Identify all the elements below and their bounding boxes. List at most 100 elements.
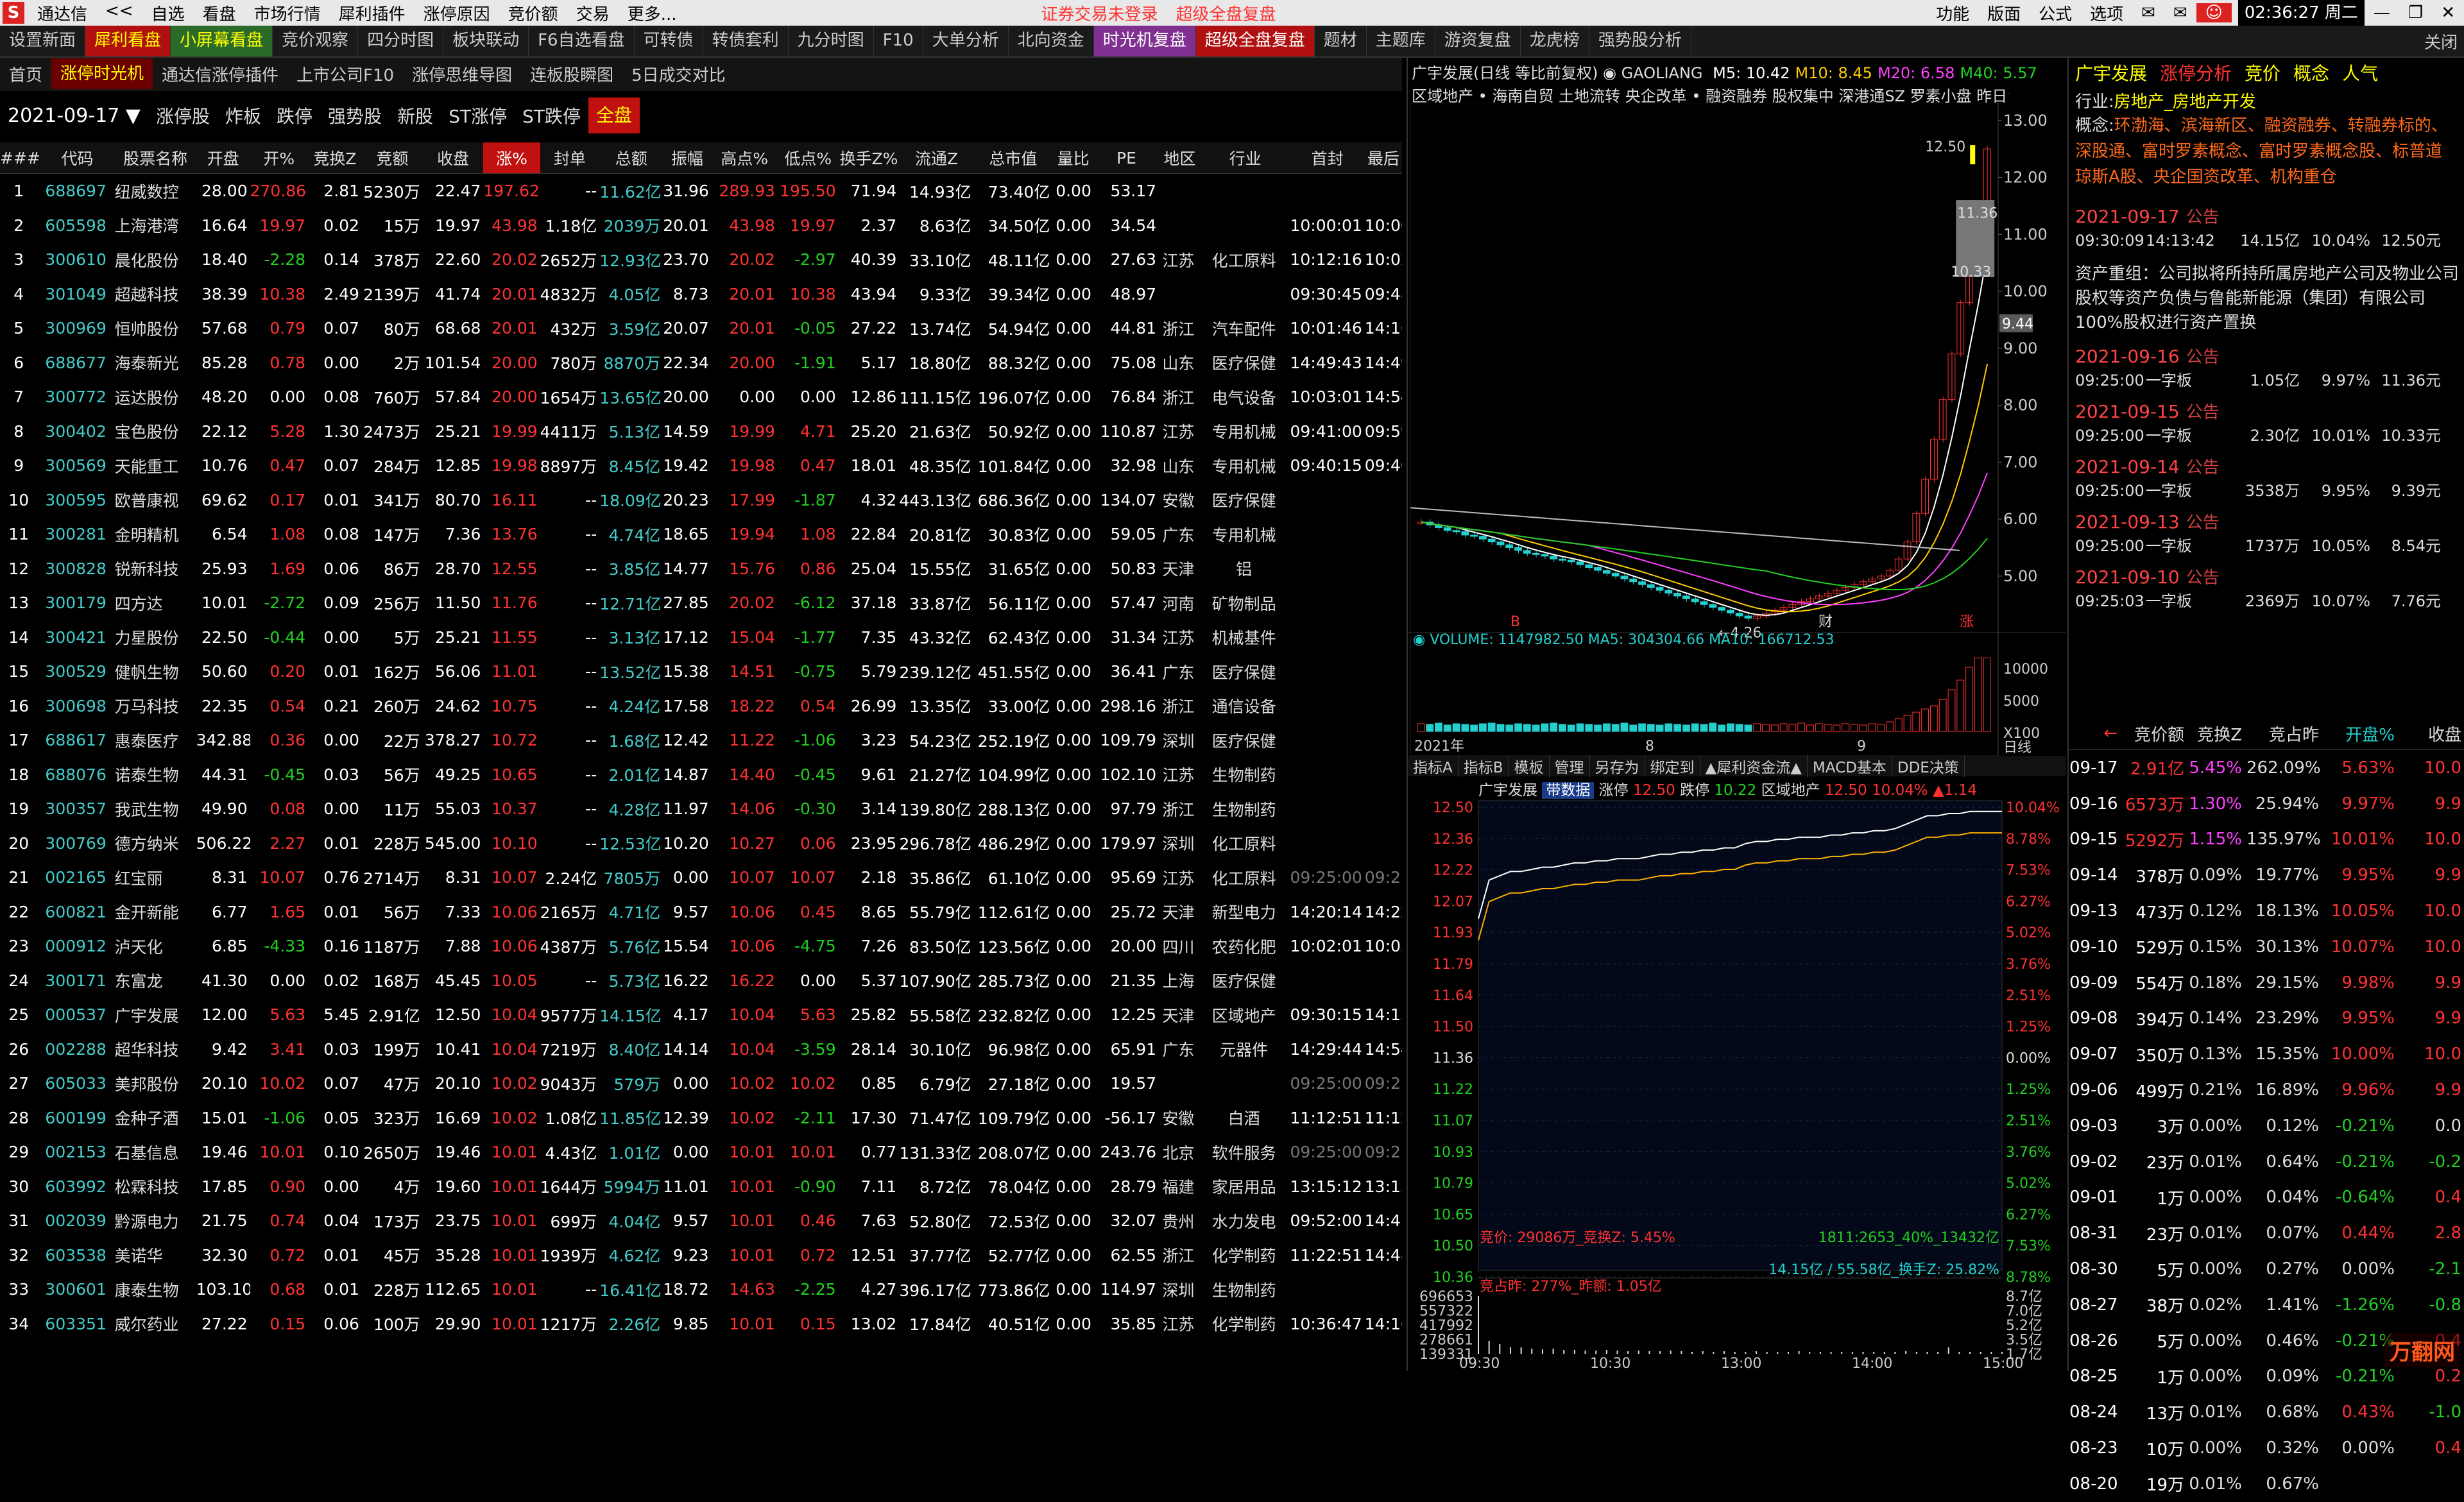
history-row[interactable]: 08-30 5万 0.00% 0.27% 0.00% -2.1 [2069,1251,2464,1287]
menu-item[interactable]: 看盘 [194,1,245,25]
second-tab[interactable]: 5日成交对比 [622,62,735,86]
top-tab[interactable]: 九分时图 [789,26,874,56]
history-row[interactable]: 08-20 19万 0.01% 0.67% [2069,1466,2464,1502]
table-row[interactable]: 19 300357 我武生物 49.90 0.08 0.00 11万 55.03 10.37 --… [0,792,1402,826]
table-row[interactable]: 9 300569 天能重工 10.76 0.47 0.07 284万 12.85 19.98 88… [0,448,1402,483]
filter-button[interactable]: ST涨停 [441,103,515,128]
column-header[interactable]: 开盘 [196,142,250,174]
history-column-header[interactable]: ← [2069,717,2121,750]
second-tab[interactable]: 涨停时光机 [51,58,153,89]
menu-item[interactable]: << [96,1,142,25]
table-row[interactable]: 22 600821 金开新能 6.77 1.65 0.01 56万 7.33 10.06 2165… [0,895,1402,930]
top-tab[interactable]: 主题库 [1367,26,1435,56]
table-row[interactable]: 30 603992 松霖科技 17.85 0.90 0.00 4万 19.60 10.01 164… [0,1170,1402,1204]
history-row[interactable]: 09-10 529万 0.15% 30.13% 10.07% 10.0 [2069,929,2464,965]
column-header[interactable]: 总额 [599,142,663,174]
filter-button[interactable]: 跌停 [269,103,320,128]
announcement-item[interactable]: 2021-09-15 公告 09:25:00一字板 2.30亿 10.01% 10.33元 [2075,399,2460,445]
column-header[interactable]: 代码 [40,142,115,174]
right-panel-tab[interactable]: 涨停分析 [2153,60,2238,85]
announcement-item[interactable]: 2021-09-16 公告 09:25:00一字板 1.05亿 9.97% 11.36元 [2075,344,2460,390]
menu-right-item[interactable]: 选项 [2081,1,2132,25]
intraday-chart[interactable]: 12.50 10.04% 12.36 8.78% 12.22 7.53% 12.07 6.27… [1408,796,2066,1371]
column-header[interactable]: 股票名称 [114,142,196,174]
history-row[interactable]: 08-24 13万 0.01% 0.68% 0.43% -1.0 [2069,1394,2464,1430]
menu-item[interactable]: 交易 [567,1,619,25]
date-picker[interactable]: 2021-09-17 ▼ [0,105,148,127]
column-header[interactable]: 行业 [1200,142,1290,174]
right-panel-tab[interactable]: 竞价 [2238,60,2287,85]
menu-right-item[interactable]: 公式 [2030,1,2081,25]
table-row[interactable]: 24 300171 东富龙 41.30 0.00 0.02 168万 45.45 10.05 --… [0,964,1402,998]
table-row[interactable]: 34 603351 威尔药业 27.22 0.15 0.06 100万 29.90 10.01 1… [0,1307,1402,1342]
announcement-item[interactable]: 2021-09-10 公告 09:25:03一字板 2369万 10.07% 7.76元 [2075,565,2460,611]
history-column-header[interactable]: 收盘 [2399,717,2464,750]
table-row[interactable]: 15 300529 健帆生物 50.60 0.20 0.01 162万 56.06 11.01 -… [0,654,1402,689]
table-row[interactable]: 23 000912 泸天化 6.85 -4.33 0.16 1187万 7.88 10.06 43… [0,929,1402,964]
table-row[interactable]: 29 002153 石基信息 19.46 10.01 0.10 2650万 19.46 10.0… [0,1135,1402,1170]
table-row[interactable]: 2 605598 上海港湾 16.64 19.97 0.02 15万 19.97 43.98 1.… [0,209,1402,243]
table-row[interactable]: 20 300769 德方纳米 506.22 2.27 0.01 228万 545.00 10.1… [0,826,1402,861]
menu-item[interactable]: 犀利插件 [330,1,415,25]
tool-tab[interactable]: 模板 [1509,755,1550,777]
tool-tab[interactable]: 指标A [1408,755,1459,777]
history-row[interactable]: 09-09 554万 0.18% 29.15% 9.98% 9.9 [2069,965,2464,1001]
history-row[interactable]: 09-01 1万 0.00% 0.04% -0.64% 0.4 [2069,1180,2464,1216]
history-column-header[interactable]: 竞占昨 [2246,717,2323,750]
announcement-tag[interactable]: 公告 [2186,568,2220,588]
announcement-tag[interactable]: 公告 [2186,208,2220,227]
top-tab[interactable]: F6自选看盘 [529,26,635,56]
table-row[interactable]: 21 002165 红宝丽 8.31 10.07 0.76 2714万 8.31 10.07 2.… [0,860,1402,895]
user-icon[interactable]: ☺ [2196,3,2232,22]
top-tab[interactable]: 北向资金 [1009,26,1094,56]
announcement-item[interactable]: 2021-09-13 公告 09:25:00一字板 1737万 10.05% 8.54元 [2075,509,2460,556]
top-tab[interactable]: 龙虎榜 [1521,26,1589,56]
history-row[interactable]: 08-23 10万 0.00% 0.32% 0.00% 0.4 [2069,1430,2464,1466]
second-tab[interactable]: 首页 [0,62,51,86]
right-panel-tab[interactable]: 人气 [2336,60,2384,85]
table-row[interactable]: 7 300772 运达股份 48.20 0.00 0.08 760万 57.84 20.00 16… [0,380,1402,414]
top-tab[interactable]: 犀利看盘 [85,26,171,56]
table-row[interactable]: 6 688677 海泰新光 85.28 0.78 0.00 2万 101.54 20.00 780… [0,346,1402,380]
column-header[interactable]: ### [0,142,40,174]
column-header[interactable]: 高点% [711,142,778,174]
top-tab[interactable]: 时光机复盘 [1093,26,1196,56]
second-tab[interactable]: 上市公司F10 [287,62,403,86]
history-row[interactable]: 09-02 23万 0.01% 0.64% -0.21% -0.2 [2069,1144,2464,1180]
second-tab[interactable]: 通达信涨停插件 [153,62,287,86]
menu-item[interactable]: 更多... [619,1,686,25]
table-row[interactable]: 33 300601 康泰生物 103.10 0.68 0.01 228万 112.65 10.0… [0,1272,1402,1307]
table-row[interactable]: 5 300969 恒帅股份 57.68 0.79 0.07 80万 68.68 20.01 432… [0,311,1402,346]
close-icon[interactable]: ✕ [2432,3,2464,22]
history-row[interactable]: 09-03 3万 0.00% 0.12% -0.21% 0.0 [2069,1108,2464,1144]
tool-tab[interactable]: 绑定到 [1645,755,1700,777]
announcement-tag[interactable]: 公告 [2186,513,2220,533]
top-tab[interactable]: 超级全盘复盘 [1195,26,1315,56]
message-icon[interactable]: ✉ [2164,3,2196,22]
column-header[interactable]: 收盘 [422,142,484,174]
table-row[interactable]: 27 605033 美邦股份 20.10 10.02 0.07 47万 20.10 10.02 9… [0,1066,1402,1101]
top-tab[interactable]: 竞价观察 [273,26,359,56]
review-mode-label[interactable]: 超级全盘复盘 [1167,1,1285,25]
history-row[interactable]: 09-15 5292万 1.15% 135.97% 10.01% 10.0 [2069,822,2464,858]
announcement-tag[interactable]: 公告 [2186,403,2220,422]
kline-chart[interactable]: 13.00 12.00 11.00 10.00 9.00 8.00 7.00 6.00 5.00… [1408,103,2066,756]
column-header[interactable]: 涨% [483,142,540,174]
column-header[interactable]: 总市值 [973,142,1053,174]
history-row[interactable]: 08-27 38万 0.02% 1.41% -1.26% -0.8 [2069,1287,2464,1323]
filter-button[interactable]: 涨停股 [148,103,218,128]
tool-tab[interactable]: DDE决策 [1892,755,1965,777]
login-status[interactable]: 证券交易未登录 [1032,1,1167,25]
table-row[interactable]: 31 002039 黔源电力 21.75 0.74 0.04 173万 23.75 10.01 6… [0,1204,1402,1238]
second-tab[interactable]: 连板股瞬图 [521,62,622,86]
right-panel-tab[interactable]: 广宇发展 [2069,60,2153,85]
mail-icon[interactable]: ✉ [2132,3,2164,22]
table-row[interactable]: 1 688697 纽威数控 28.00 270.86 2.81 5230万 22.47 197.… [0,174,1402,209]
table-row[interactable]: 32 603538 美诺华 32.30 0.72 0.01 45万 35.28 10.01 193… [0,1238,1402,1273]
table-row[interactable]: 14 300421 力星股份 22.50 -0.44 0.00 5万 25.21 11.55 --… [0,620,1402,655]
table-row[interactable]: 25 000537 广宇发展 12.00 5.63 5.45 2.91亿 12.50 10.04… [0,998,1402,1032]
top-tab[interactable]: 转债套利 [703,26,789,56]
table-row[interactable]: 17 688617 惠泰医疗 342.88 0.36 0.00 22万 378.27 10.72… [0,723,1402,758]
tool-tab[interactable]: 另存为 [1590,755,1645,777]
column-header[interactable]: 低点% [777,142,839,174]
